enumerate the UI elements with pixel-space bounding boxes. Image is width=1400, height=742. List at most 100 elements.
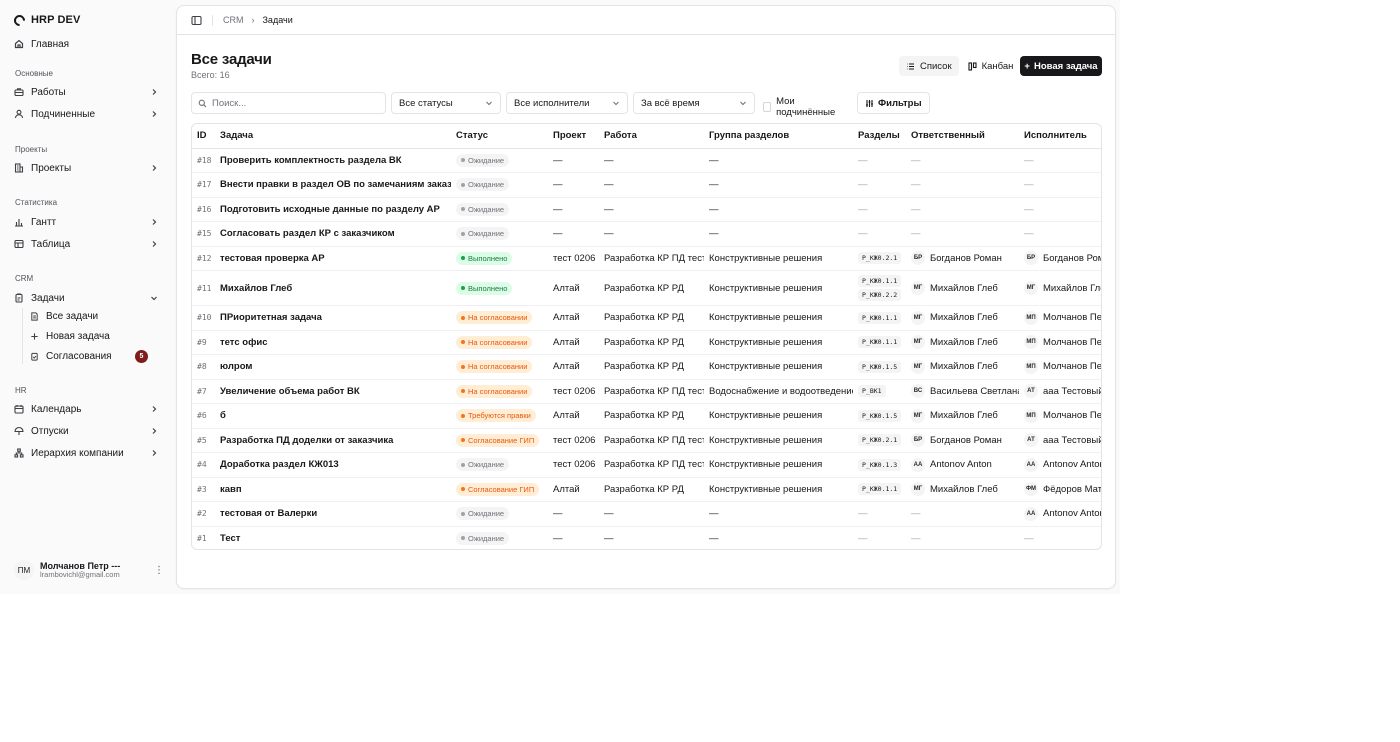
- section-codes: Р_КЖ0.1.1: [858, 335, 906, 349]
- new-task-button[interactable]: + Новая задача: [1020, 56, 1102, 76]
- column-header[interactable]: Работа: [599, 124, 704, 149]
- executor-cell: АА Antonov Anton: [1019, 452, 1101, 478]
- executor-cell: АА Antonov Anton: [1019, 501, 1101, 527]
- table-row[interactable]: #3 кавп Согласование ГИП Алтай Разработка КР…: [192, 477, 1101, 502]
- task-title[interactable]: тестовая от Валерки: [215, 501, 451, 527]
- sidebar-item-projects[interactable]: Проекты: [8, 158, 164, 178]
- task-title[interactable]: Михайлов Глеб: [215, 270, 451, 306]
- sidebar-item-tasks[interactable]: Задачи: [8, 288, 164, 308]
- sidebar-item-hierarchy[interactable]: Иерархия компании: [8, 443, 164, 463]
- search-input[interactable]: [212, 97, 382, 109]
- responsible-empty: —: [911, 203, 921, 215]
- table-row[interactable]: #4 Доработка раздел КЖ013 Ожидание тест 020…: [192, 452, 1101, 478]
- group-cell: —: [704, 526, 853, 549]
- table-row[interactable]: #18 Проверить комплектность раздела ВК Ожи…: [192, 148, 1101, 173]
- avatar: МГ: [911, 335, 925, 350]
- column-header[interactable]: Группа разделов: [704, 124, 853, 149]
- table-row[interactable]: #15 Согласовать раздел КР с заказчиком Ожи…: [192, 221, 1101, 247]
- task-title[interactable]: Согласовать раздел КР с заказчиком: [215, 221, 451, 247]
- breadcrumb-crm[interactable]: CRM: [223, 15, 244, 25]
- task-title[interactable]: кавп: [215, 477, 451, 502]
- table-row[interactable]: #8 юлром На согласовании Алтай Разработка КР…: [192, 354, 1101, 380]
- view-kanban-button[interactable]: Канбан: [961, 56, 1021, 76]
- search-box[interactable]: [191, 92, 386, 114]
- chevron-right-icon: [150, 405, 158, 413]
- executor-empty: —: [1024, 228, 1034, 240]
- user-menu[interactable]: ПМ Молчанов Петр --- lrambovichl@gmail.c…: [14, 558, 164, 582]
- work-cell: Разработка КР ПД тест: [599, 452, 704, 478]
- responsible: АА Antonov Anton: [911, 457, 1019, 472]
- sections-cell: Р_КЖ0.2.1: [853, 428, 906, 453]
- responsible-name: Михайлов Глеб: [930, 312, 998, 324]
- sidebar-item-works[interactable]: Работы: [8, 82, 164, 102]
- column-header[interactable]: Исполнитель: [1019, 124, 1101, 149]
- column-header[interactable]: Ответственный: [906, 124, 1019, 149]
- table-row[interactable]: #6 б Требуются правки Алтай Разработка КР РД…: [192, 403, 1101, 429]
- task-title[interactable]: ПРиоритетная задача: [215, 305, 451, 331]
- responsible-cell: —: [906, 148, 1019, 173]
- status-dot: [461, 256, 465, 261]
- column-header[interactable]: ID: [192, 124, 215, 149]
- column-header[interactable]: Задача: [215, 124, 451, 149]
- section-code-badge: Р_КЖ0.2.1: [858, 434, 902, 447]
- status-cell: На согласовании: [451, 379, 548, 404]
- task-title[interactable]: Доработка раздел КЖ013: [215, 452, 451, 478]
- responsible-cell: ВС Васильева Светлана: [906, 379, 1019, 404]
- status-dot: [461, 462, 465, 467]
- status-badge: Ожидание: [456, 153, 510, 167]
- sidebar-item-gantt[interactable]: Гантт: [8, 212, 164, 232]
- task-title[interactable]: Разработка ПД доделки от заказчика: [215, 428, 451, 453]
- table-row[interactable]: #5 Разработка ПД доделки от заказчика Согл…: [192, 428, 1101, 453]
- more-vertical-icon[interactable]: ⋮: [154, 565, 164, 576]
- task-title[interactable]: Проверить комплектность раздела ВК: [215, 148, 451, 173]
- work-cell: —: [599, 526, 704, 549]
- filters-button[interactable]: Фильтры: [857, 92, 930, 114]
- table-row[interactable]: #9 тетс офис На согласовании Алтай Разработк…: [192, 330, 1101, 355]
- chevron-right-icon: [150, 164, 158, 172]
- table-row[interactable]: #17 Внести правки в раздел ОВ по замечани…: [192, 172, 1101, 198]
- assignee-select[interactable]: Все исполнители: [506, 92, 628, 114]
- section-label-hr: HR: [15, 386, 27, 395]
- task-title[interactable]: Внести правки в раздел ОВ по замечаниям …: [215, 172, 451, 198]
- task-title[interactable]: Увеличение объема работ ВК: [215, 379, 451, 404]
- sidebar-item-calendar[interactable]: Календарь: [8, 399, 164, 419]
- sidebar-item-vacations[interactable]: Отпуски: [8, 421, 164, 441]
- sidebar-item-table[interactable]: Таблица: [8, 234, 164, 254]
- period-select-value: За всё время: [641, 97, 700, 109]
- my-subordinates-checkbox[interactable]: Мои подчинённые: [763, 96, 837, 118]
- view-list-button[interactable]: Список: [899, 56, 959, 76]
- task-title[interactable]: тестовая проверка АР: [215, 246, 451, 271]
- sidebar-item-label: Работы: [31, 86, 66, 98]
- task-title[interactable]: Подготовить исходные данные по разделу А…: [215, 197, 451, 222]
- brand[interactable]: HRP DEV: [11, 12, 80, 28]
- sidebar-item-home[interactable]: Главная: [8, 34, 164, 54]
- sidebar-subitem-new-task[interactable]: Новая задача: [28, 327, 150, 345]
- column-header[interactable]: Разделы: [853, 124, 906, 149]
- table-row[interactable]: #10 ПРиоритетная задача На согласовании Алт…: [192, 305, 1101, 331]
- sidebar-item-label: Отпуски: [31, 425, 69, 437]
- task-title[interactable]: б: [215, 403, 451, 429]
- table-row[interactable]: #11 Михайлов Глеб Выполнено Алтай Разработка…: [192, 270, 1101, 306]
- sidebar-toggle-icon[interactable]: [191, 15, 202, 26]
- table-row[interactable]: #2 тестовая от Валерки Ожидание — — — — — АА Anto…: [192, 501, 1101, 527]
- column-header[interactable]: Статус: [451, 124, 548, 149]
- sidebar-subitem-all-tasks[interactable]: Все задачи: [28, 307, 150, 325]
- work-cell: —: [599, 197, 704, 222]
- column-header[interactable]: Проект: [548, 124, 599, 149]
- sidebar-subitem-approvals[interactable]: Согласования 5: [28, 347, 150, 365]
- checkbox[interactable]: [763, 102, 772, 112]
- sidebar-item-subordinates[interactable]: Подчиненные: [8, 104, 164, 124]
- status-cell: Ожидание: [451, 148, 548, 173]
- status-badge: Ожидание: [456, 531, 510, 545]
- period-select[interactable]: За всё время: [633, 92, 755, 114]
- task-title[interactable]: тетс офис: [215, 330, 451, 355]
- sections-cell: Р_КЖ0.1.1: [853, 477, 906, 502]
- executor: БР Богданов Роман: [1024, 251, 1101, 266]
- table-row[interactable]: #12 тестовая проверка АР Выполнено тест 020…: [192, 246, 1101, 271]
- task-title[interactable]: юлром: [215, 354, 451, 380]
- status-select[interactable]: Все статусы: [391, 92, 501, 114]
- task-title[interactable]: Тест: [215, 526, 451, 549]
- table-row[interactable]: #16 Подготовить исходные данные по раздел…: [192, 197, 1101, 222]
- table-row[interactable]: #1 Тест Ожидание — — — — — —: [192, 526, 1101, 549]
- table-row[interactable]: #7 Увеличение объема работ ВК На согласова…: [192, 379, 1101, 404]
